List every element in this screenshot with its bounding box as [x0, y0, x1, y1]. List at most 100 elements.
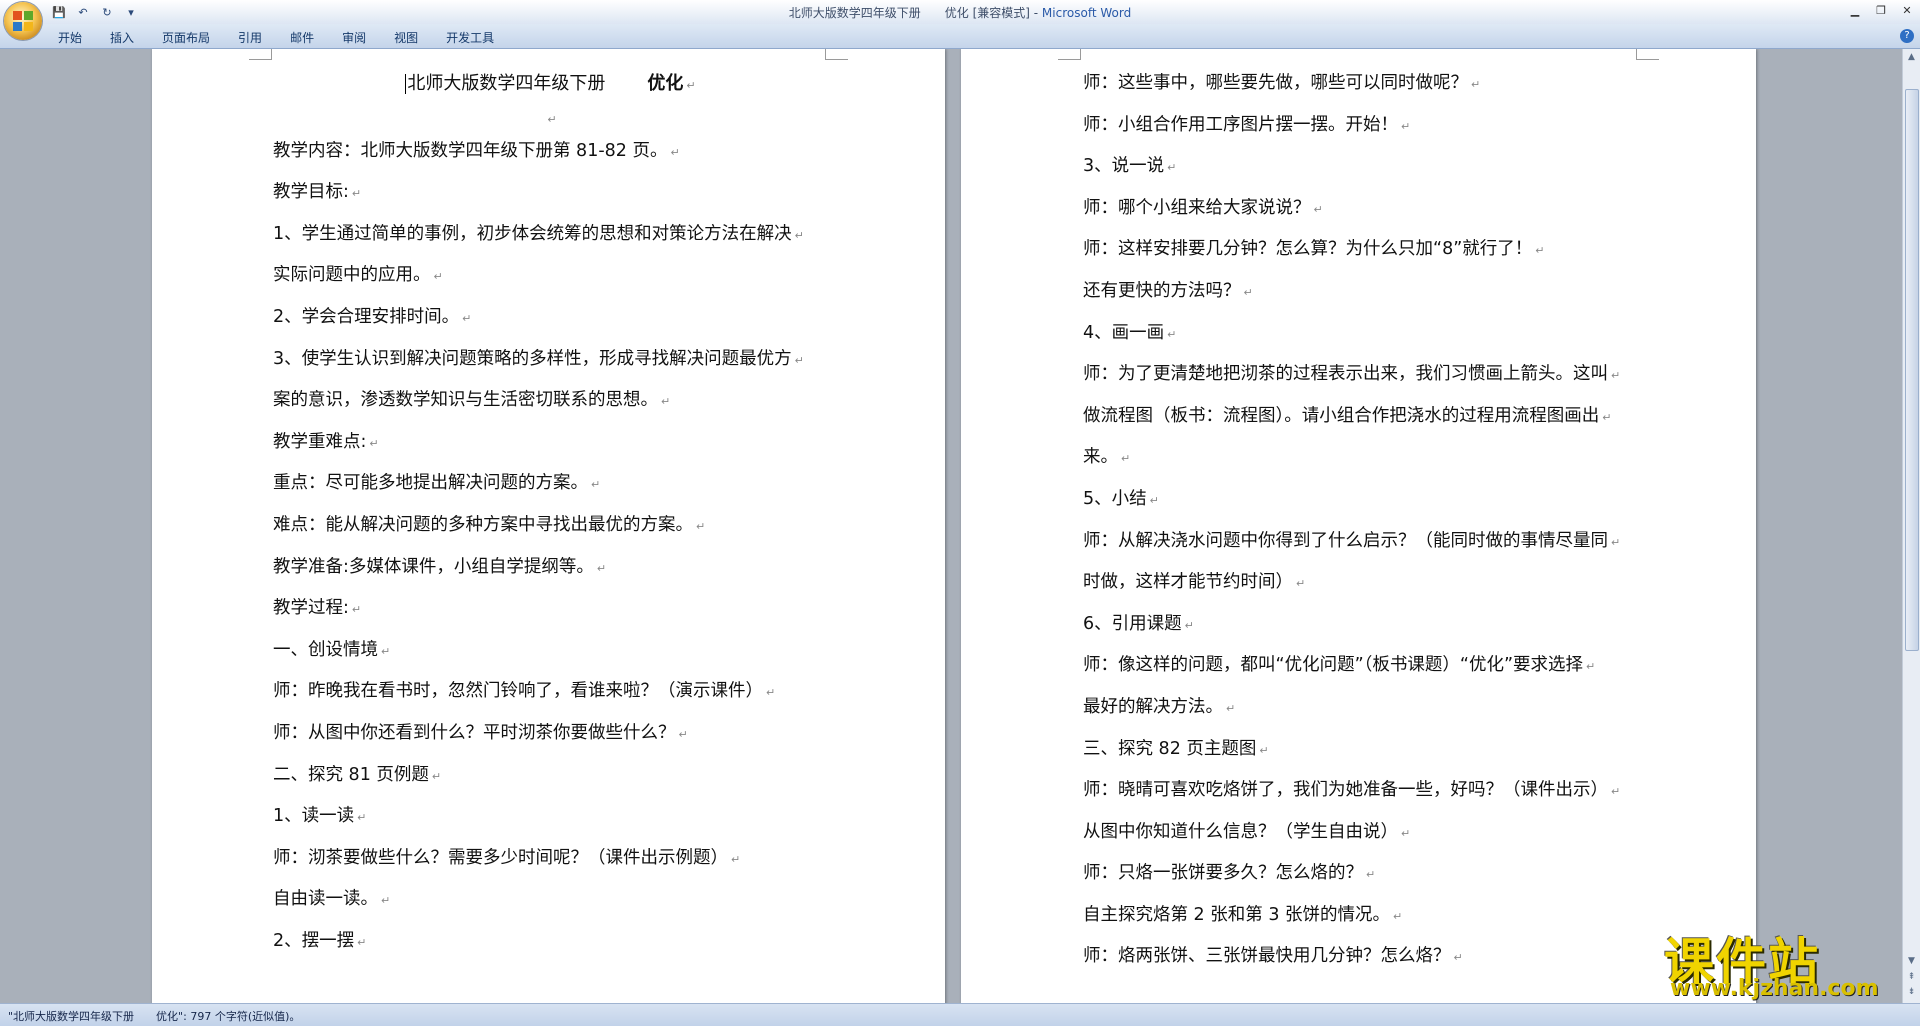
watermark-logo: 课件站 www.kjzhan.com	[1664, 922, 1914, 1001]
status-bar: "北师大版数学四年级下册 优化": 797 个字符(近似值)。	[0, 1003, 1920, 1026]
document-line: 师：沏茶要做些什么？需要多少时间呢？（课件出示例题） ↵	[273, 838, 828, 880]
document-line: 6、引用课题 ↵	[1083, 604, 1643, 646]
paragraph-mark-icon: ↵	[766, 686, 776, 700]
document-line: 难点：能从解决问题的多种方案中寻找出最优的方案。 ↵	[273, 505, 828, 547]
vertical-scrollbar[interactable]: ▲ ▼ ⇞ ⇟	[1902, 49, 1920, 1003]
document-line: 师：晓晴可喜欢吃烙饼了，我们为她准备一些，好吗？（课件出示） ↵	[1083, 770, 1643, 812]
paragraph-mark-icon: ↵	[369, 436, 379, 450]
line-text: 4、画一画	[1083, 322, 1165, 343]
close-icon[interactable]: ✕	[1894, 0, 1920, 20]
document-line: 师：这些事中，哪些要先做，哪些可以同时做呢？ ↵	[1083, 63, 1643, 105]
page-right[interactable]: 师：这些事中，哪些要先做，哪些可以同时做呢？ ↵ 师：小组合作用工序图片摆一摆。开始…	[961, 49, 1756, 1003]
ribbon-tab-0[interactable]: 开始	[58, 29, 82, 46]
margin-corner-mark	[1636, 49, 1659, 60]
scrollbar-thumb[interactable]	[1905, 89, 1919, 651]
restore-icon[interactable]: ❐	[1868, 0, 1894, 20]
document-line: 实际问题中的应用。 ↵	[273, 255, 828, 297]
document-line: 师：像这样的问题，都叫“优化问题”（板书课题）“优化”要求选择 ↵	[1083, 645, 1643, 687]
line-text: 二、探究 81 页例题	[273, 764, 429, 785]
line-text: 实际问题中的应用。	[273, 265, 431, 286]
office-button[interactable]	[4, 2, 42, 40]
document-line: 2、摆一摆 ↵	[273, 921, 828, 963]
line-text: 师：这样安排要几分钟？怎么算？为什么只加“8”就行了！	[1083, 239, 1533, 260]
ribbon-tab-1[interactable]: 插入	[110, 29, 134, 46]
line-text: 3、使学生认识到解决问题策略的多样性，形成寻找解决问题最优方	[273, 348, 792, 369]
title-main: 北师大版数学四年级下册	[407, 73, 606, 94]
page-right-content: 师：这些事中，哪些要先做，哪些可以同时做呢？ ↵ 师：小组合作用工序图片摆一摆。开始…	[1083, 63, 1643, 978]
document-line: 教学目标: ↵	[273, 172, 828, 214]
document-line: 时做，这样才能节约时间） ↵	[1083, 562, 1643, 604]
paragraph-mark-icon: ↵	[1167, 161, 1177, 175]
ribbon-tab-4[interactable]: 邮件	[290, 29, 314, 46]
paragraph-mark-icon: ↵	[1602, 410, 1612, 424]
window-title: 北师大版数学四年级下册 优化 [兼容模式] - Microsoft Word	[0, 4, 1920, 21]
document-line: 1、读一读 ↵	[273, 796, 828, 838]
line-text: 来。	[1083, 447, 1118, 468]
minimize-icon[interactable]: ▁	[1842, 0, 1868, 20]
scroll-up-icon[interactable]: ▲	[1905, 51, 1918, 64]
document-line: 师：昨晚我在看书时，忽然门铃响了，看谁来啦？（演示课件） ↵	[273, 671, 828, 713]
line-text: 2、学会合理安排时间。	[273, 306, 460, 327]
line-text: 1、读一读	[273, 806, 355, 827]
line-text: 自由读一读。	[273, 889, 378, 910]
paragraph-mark-icon: ↵	[661, 395, 671, 409]
line-text: 3、说一说	[1083, 156, 1165, 177]
document-line: 教学过程: ↵	[273, 588, 828, 630]
paragraph-mark-icon: ↵	[1611, 535, 1621, 549]
paragraph-mark-icon: ↵	[351, 187, 362, 201]
paragraph-mark-icon: ↵	[670, 145, 680, 159]
status-text: "北师大版数学四年级下册 优化": 797 个字符(近似值)。	[8, 1010, 301, 1023]
app-name: Microsoft Word	[1041, 6, 1132, 20]
ribbon-tab-5[interactable]: 审阅	[342, 29, 366, 46]
paragraph-mark-icon: ↵	[1401, 826, 1411, 840]
page-left[interactable]: 北师大版数学四年级下册 优化 ↵ ↵ 教学内容：北师大版数学四年级下册第 81-82 …	[152, 49, 945, 1003]
line-text: 教学内容：北师大版数学四年级下册第 81-82 页。	[273, 140, 668, 161]
document-line: ↵	[273, 105, 828, 131]
document-line: 师：烙两张饼、三张饼最快用几分钟？怎么烙？ ↵	[1083, 936, 1643, 978]
paragraph-mark-icon: ↵	[1167, 327, 1177, 341]
line-text: 师：昨晚我在看书时，忽然门铃响了，看谁来啦？（演示课件）	[273, 681, 763, 702]
document-line: 教学内容：北师大版数学四年级下册第 81-82 页。 ↵	[273, 131, 828, 173]
line-text: 师：从解决浇水问题中你得到了什么启示？（能同时做的事情尽量同	[1083, 530, 1608, 551]
document-line: 最好的解决方法。 ↵	[1083, 687, 1643, 729]
document-line: 重点：尽可能多地提出解决问题的方案。 ↵	[273, 463, 828, 505]
ribbon-tab-6[interactable]: 视图	[394, 29, 418, 46]
line-text: 从图中你知道什么信息？（学生自由说）	[1083, 821, 1398, 842]
line-text: 1、学生通过简单的事例，初步体会统筹的思想和对策论方法在解决	[273, 223, 792, 244]
paragraph-mark-icon: ↵	[1535, 244, 1545, 258]
ribbon-tab-2[interactable]: 页面布局	[162, 29, 210, 46]
paragraph-mark-icon: ↵	[1296, 577, 1306, 591]
line-text: 难点：能从解决问题的多种方案中寻找出最优的方案。	[273, 514, 693, 535]
document-line: 师：这样安排要几分钟？怎么算？为什么只加“8”就行了！ ↵	[1083, 229, 1643, 271]
document-line: 3、使学生认识到解决问题策略的多样性，形成寻找解决问题最优方 ↵	[273, 339, 828, 381]
line-text: 三、探究 82 页主题图	[1083, 738, 1257, 759]
ribbon-tab-7[interactable]: 开发工具	[446, 29, 494, 46]
paragraph-mark-icon: ↵	[1611, 369, 1621, 383]
paragraph-mark-icon: ↵	[1611, 785, 1621, 799]
paragraph-mark-icon: ↵	[1471, 78, 1481, 91]
ribbon-tab-list: 开始 插入 页面布局 引用 邮件 审阅 视图 开发工具	[58, 29, 522, 46]
ribbon-tab-3[interactable]: 引用	[238, 29, 262, 46]
paragraph-mark-icon: ↵	[794, 228, 804, 242]
paragraph-mark-icon: ↵	[794, 353, 804, 367]
line-text: 师：小组合作用工序图片摆一摆。开始！	[1083, 114, 1398, 135]
help-icon[interactable]: ?	[1900, 29, 1914, 43]
document-line: 教学准备:多媒体课件，小组自学提纲等。 ↵	[273, 547, 828, 589]
line-text: 师：晓晴可喜欢吃烙饼了，我们为她准备一些，好吗？（课件出示）	[1083, 780, 1608, 801]
document-line: 师：为了更清楚地把沏茶的过程表示出来，我们习惯画上箭头。这叫 ↵	[1083, 354, 1643, 396]
line-text: 教学目标:	[273, 182, 349, 203]
margin-corner-mark	[249, 49, 272, 60]
title-bar: 💾 ↶ ↻ ▾ 北师大版数学四年级下册 优化 [兼容模式] - Microsoft W…	[0, 0, 1920, 40]
title-topic: 优化	[647, 73, 684, 94]
document-workspace[interactable]: 北师大版数学四年级下册 优化 ↵ ↵ 教学内容：北师大版数学四年级下册第 81-82 …	[0, 49, 1903, 1003]
paragraph-mark-icon: ↵	[351, 603, 362, 617]
paragraph-mark-icon: ↵	[462, 311, 472, 325]
paragraph-mark-icon: ↵	[1586, 660, 1596, 674]
paragraph-mark-icon: ↵	[1259, 743, 1269, 757]
line-text: 师：哪个小组来给大家说说？	[1083, 197, 1311, 218]
document-line: 师：只烙一张饼要多久？怎么烙的？ ↵	[1083, 853, 1643, 895]
line-text: 5、小结	[1083, 488, 1147, 509]
line-text: 师：从图中你还看到什么？平时沏茶你要做些什么？	[273, 722, 676, 743]
ribbon-tabs: 开始 插入 页面布局 引用 邮件 审阅 视图 开发工具 ?	[0, 24, 1920, 49]
paragraph-mark-icon: ↵	[1393, 909, 1403, 923]
